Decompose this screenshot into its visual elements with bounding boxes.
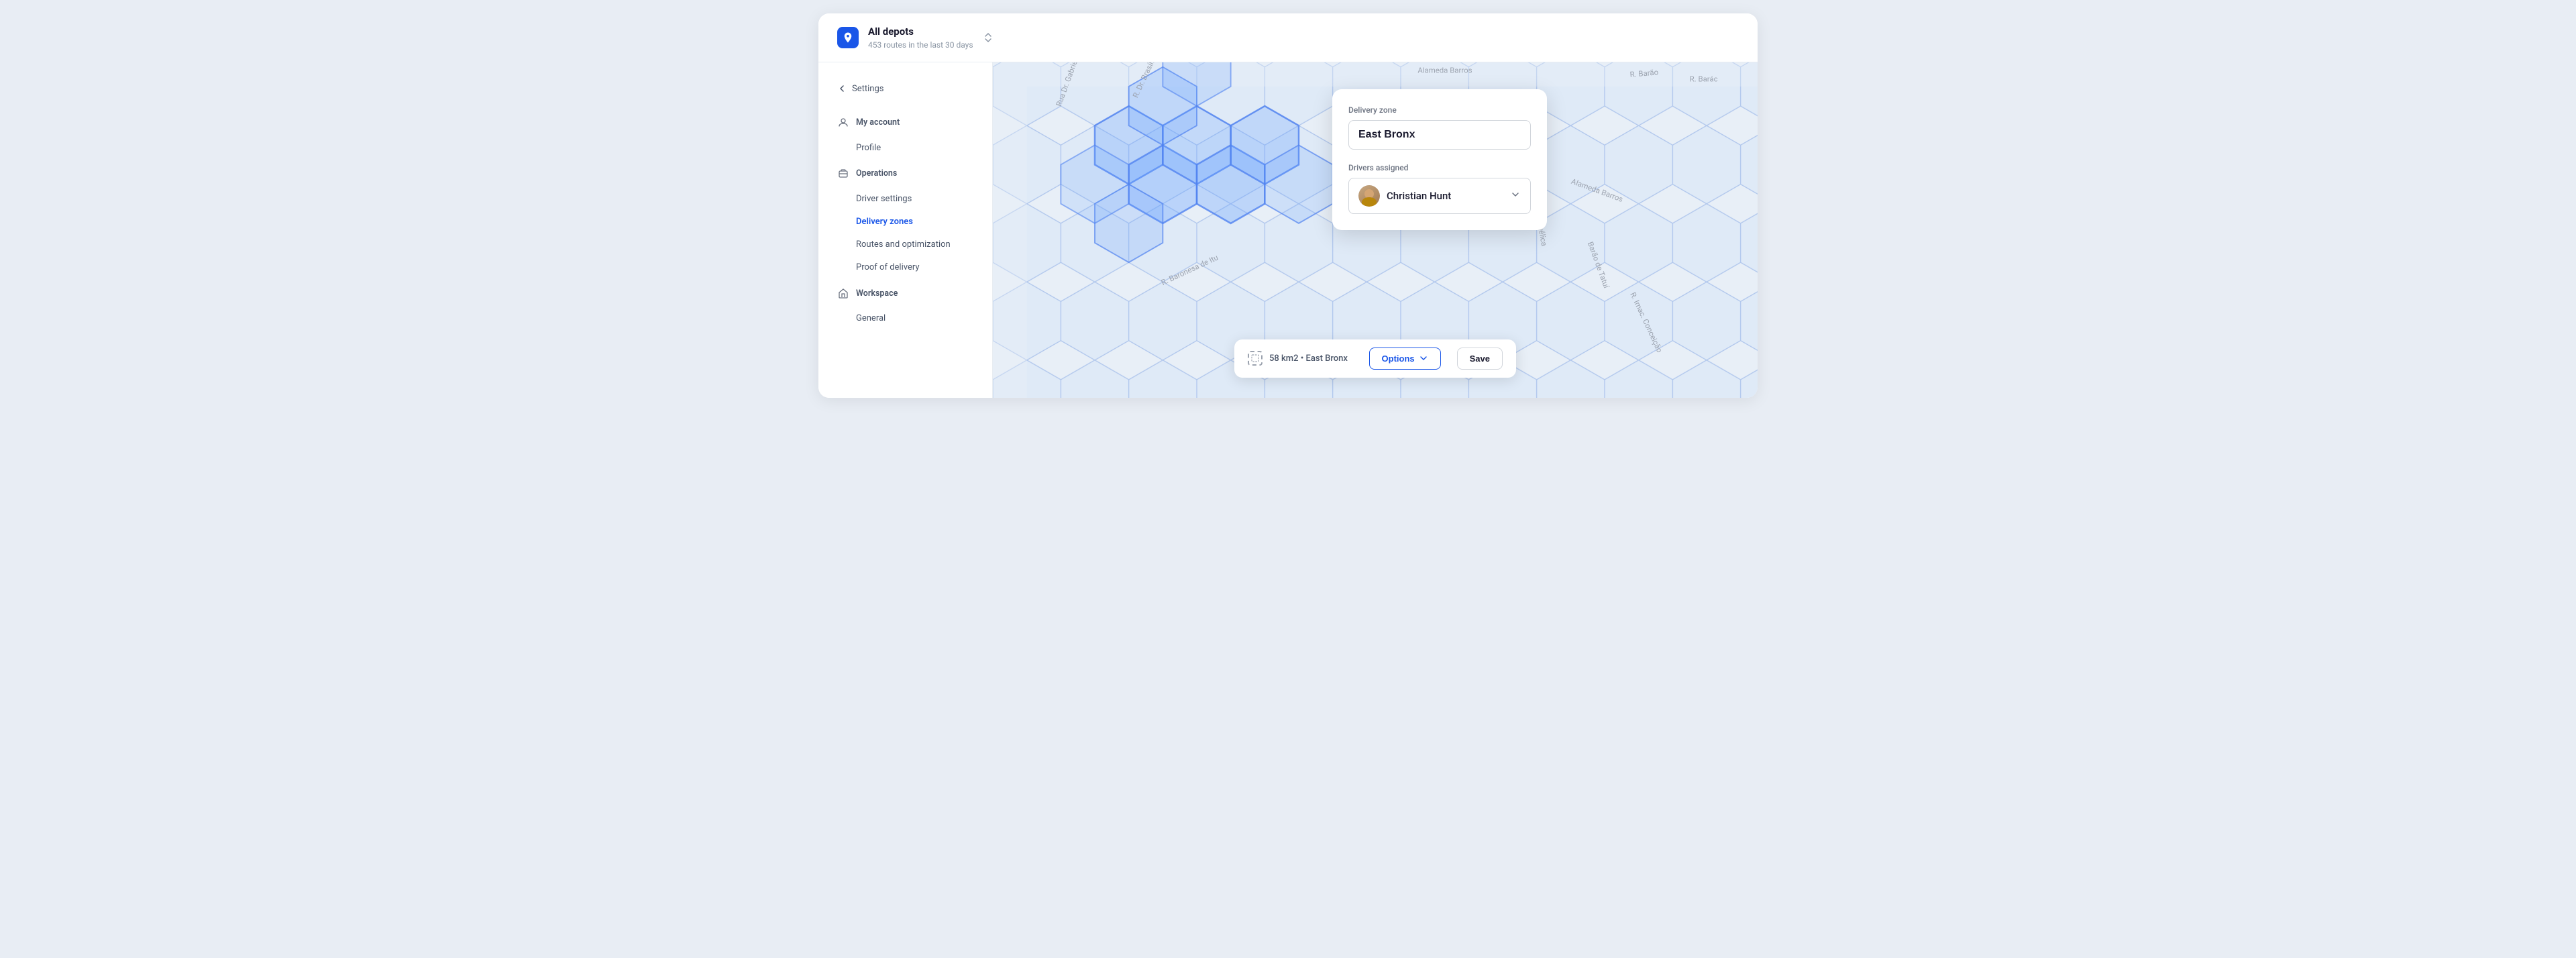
back-label: Settings [852,84,883,94]
depot-toggle[interactable] [983,32,994,43]
sidebar-item-general[interactable]: General [818,307,992,330]
section-label-account: My account [856,117,900,127]
driver-name: Christian Hunt [1387,190,1503,202]
main-layout: Settings My account Profile [818,62,1758,398]
section-header-account: My account [818,111,992,134]
bottom-bar: 58 km2 • East Bronx Options Save [1234,339,1516,378]
area-text: 58 km2 • East Bronx [1269,354,1348,364]
sidebar-item-delivery-zones[interactable]: Delivery zones [818,211,992,233]
sidebar-section-account: My account Profile [818,111,992,160]
zone-name-input[interactable] [1348,120,1531,150]
header-title: All depots [868,25,973,39]
area-info: 58 km2 • East Bronx [1248,351,1353,366]
driver-avatar-face [1358,185,1380,207]
svg-text:R. Barác: R. Barác [1690,74,1718,83]
header-text: All depots 453 routes in the last 30 day… [868,25,973,50]
map-content[interactable]: Rua Dr. Gabriel R. Dr. Brasílio Mach R. … [993,62,1758,398]
section-header-workspace: Workspace [818,282,992,305]
chevron-down-icon [1510,189,1521,203]
options-button[interactable]: Options [1369,348,1441,370]
sidebar-item-driver-settings[interactable]: Driver settings [818,188,992,211]
depot-icon [837,27,859,48]
svg-text:Alameda Barros: Alameda Barros [1417,65,1472,74]
box-icon [837,168,849,180]
sidebar-section-workspace: Workspace General [818,282,992,330]
home-icon [837,287,849,299]
back-button[interactable]: Settings [818,78,992,99]
section-header-operations: Operations [818,162,992,185]
drivers-dropdown[interactable]: Christian Hunt [1348,178,1531,214]
section-label-operations: Operations [856,168,897,178]
sidebar-item-routes-optimization[interactable]: Routes and optimization [818,233,992,256]
delivery-zone-panel: Delivery zone Drivers assigned Christian… [1332,89,1547,230]
user-icon [837,117,849,129]
sidebar-section-operations: Operations Driver settings Delivery zone… [818,162,992,280]
sidebar: Settings My account Profile [818,62,993,398]
drivers-label: Drivers assigned [1348,163,1531,172]
app-container: All depots 453 routes in the last 30 day… [818,13,1758,398]
header: All depots 453 routes in the last 30 day… [818,13,1758,62]
area-select-icon [1248,351,1263,366]
driver-avatar [1358,185,1380,207]
save-button[interactable]: Save [1457,348,1503,370]
delivery-zone-label: Delivery zone [1348,105,1531,115]
sidebar-item-proof-of-delivery[interactable]: Proof of delivery [818,256,992,279]
header-subtitle: 453 routes in the last 30 days [868,40,973,50]
sidebar-item-profile[interactable]: Profile [818,137,992,160]
section-label-workspace: Workspace [856,288,898,299]
